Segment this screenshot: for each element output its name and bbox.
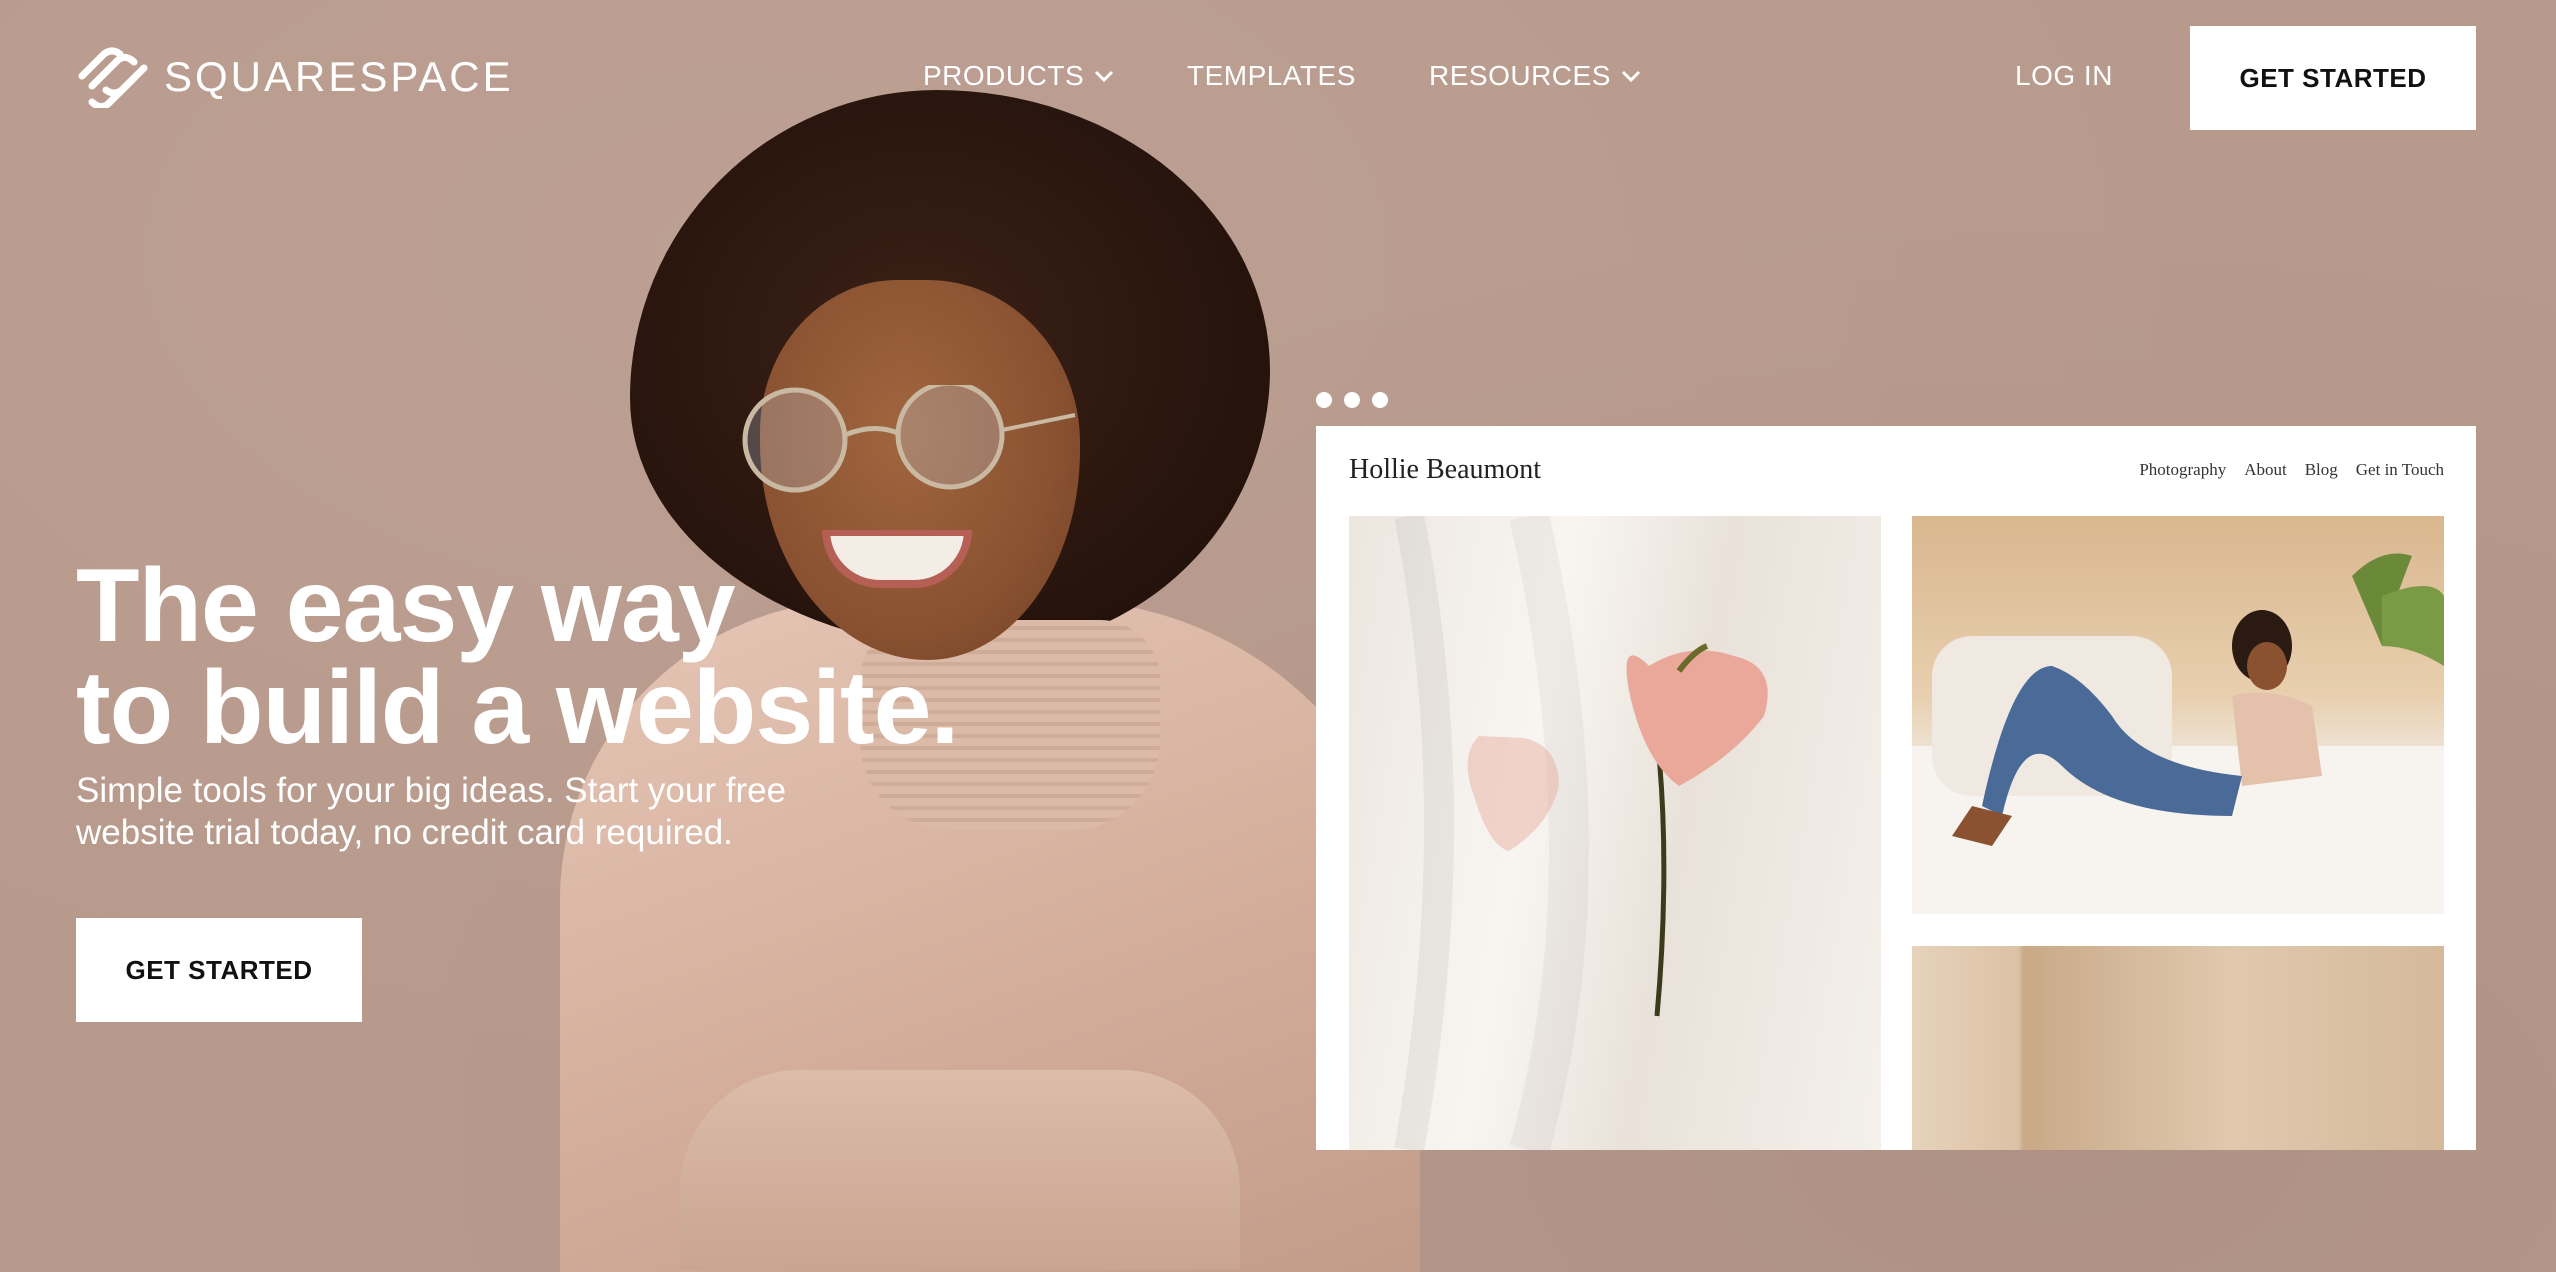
window-dot — [1372, 392, 1388, 408]
squarespace-logo-icon — [78, 47, 148, 108]
template-preview[interactable]: Hollie Beaumont Photography About Blog G… — [1316, 426, 2476, 1150]
nav-templates[interactable]: TEMPLATES — [1187, 60, 1356, 92]
nav-resources-label: RESOURCES — [1429, 60, 1611, 91]
preview-image-reading — [1912, 516, 2444, 914]
preview-site-title: Hollie Beaumont — [1349, 454, 1542, 485]
top-nav: SQUARESPACE PRODUCTS TEMPLATES RESOURCES… — [0, 0, 2556, 156]
anthurium-flower-image — [1394, 516, 1768, 1150]
preview-nav-item: About — [2244, 460, 2287, 479]
hero-title-line2: to build a website. — [76, 650, 959, 766]
hero-title: The easy way to build a website. — [76, 548, 1176, 766]
nav-products[interactable]: PRODUCTS — [923, 60, 1114, 92]
chevron-down-icon — [1621, 70, 1640, 83]
preview-image-flower — [1349, 516, 1881, 1150]
brand-name: SQUARESPACE — [164, 53, 514, 100]
hero-title-line1: The easy way — [76, 548, 736, 664]
glasses — [742, 385, 1076, 493]
login-link[interactable]: LOG IN — [2015, 60, 2113, 92]
preview-nav-item: Photography — [2139, 460, 2227, 479]
squarespace-logo[interactable]: SQUARESPACE — [76, 46, 514, 108]
nav-products-label: PRODUCTS — [923, 60, 1085, 91]
preview-nav: Photography About Blog Get in Touch — [2139, 460, 2444, 480]
window-dot — [1344, 392, 1360, 408]
chevron-down-icon — [1095, 70, 1114, 83]
preview-nav-item: Blog — [2304, 460, 2338, 479]
window-dots — [1316, 392, 1388, 408]
hero-get-started-button[interactable]: GET STARTED — [76, 918, 362, 1022]
folded-arms — [680, 1070, 1240, 1270]
preview-nav-item: Get in Touch — [2355, 460, 2444, 479]
nav-templates-label: TEMPLATES — [1187, 60, 1356, 91]
preview-image-interior — [1912, 946, 2444, 1150]
nav-resources[interactable]: RESOURCES — [1429, 60, 1641, 92]
woman-reading-image — [1912, 553, 2444, 914]
hero-subtitle: Simple tools for your big ideas. Start y… — [76, 771, 787, 852]
login-label: LOG IN — [2015, 60, 2113, 91]
window-dot — [1316, 392, 1332, 408]
get-started-button[interactable]: GET STARTED — [2190, 26, 2476, 130]
